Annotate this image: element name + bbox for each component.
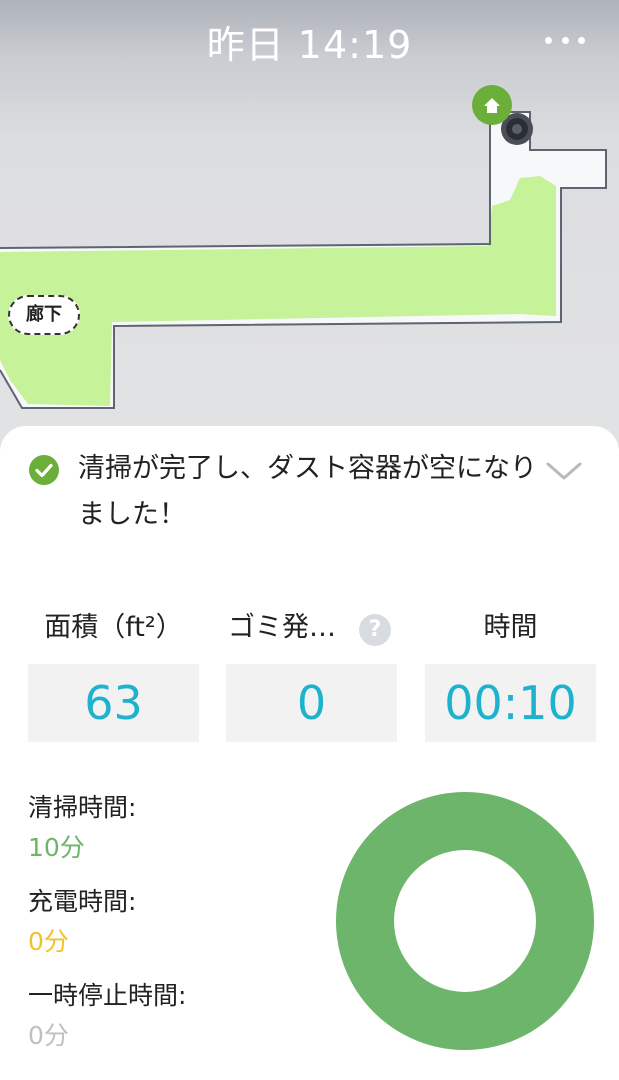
home-dock-icon (472, 85, 514, 127)
time-breakdown-list: 清掃時間: 10分 充電時間: 0分 一時停止時間: 0分 (28, 788, 318, 1070)
chevron-down-icon[interactable] (544, 456, 584, 484)
donut-slice-0 (336, 792, 594, 1050)
stat-debris: ゴミ発… ? 0 (226, 606, 397, 742)
time-value: 0分 (28, 1021, 69, 1050)
stat-area: 面積（ft²） 63 (28, 606, 199, 742)
time-donut-chart (336, 792, 594, 1050)
room-label[interactable]: 廊下 (8, 295, 80, 335)
stat-duration: 時間 00:10 (425, 606, 596, 742)
stat-area-value: 63 (28, 664, 199, 742)
stat-duration-value: 00:10 (425, 664, 596, 742)
cleaning-report-screen: 昨日 14:19 廊下 清掃が完了し、ダスト容器が空になりました！ 面積（ft²… (0, 0, 619, 1080)
stat-debris-value: 0 (226, 664, 397, 742)
status-message: 清掃が完了し、ダスト容器が空になりました！ (78, 453, 537, 530)
check-circle-icon (29, 455, 59, 485)
cleaned-area (0, 176, 556, 406)
more-dot-icon (578, 36, 585, 44)
page-title: 昨日 14:19 (206, 23, 413, 67)
time-value: 0分 (28, 927, 69, 956)
cleaning-map[interactable]: 昨日 14:19 廊下 (0, 0, 619, 470)
time-label: 清掃時間: (28, 793, 137, 822)
time-label: 一時停止時間: (28, 981, 187, 1010)
more-options-button[interactable] (545, 28, 585, 52)
time-label: 充電時間: (28, 887, 137, 916)
more-dot-icon (545, 36, 552, 44)
stat-duration-label: 時間 (483, 612, 538, 643)
time-value: 10分 (28, 833, 85, 862)
more-dot-icon (561, 36, 569, 44)
time-item-charging: 充電時間: 0分 (28, 882, 318, 976)
time-item-paused: 一時停止時間: 0分 (28, 976, 318, 1070)
report-sheet: 清掃が完了し、ダスト容器が空になりました！ 面積（ft²） 63 ゴミ発… ? … (0, 426, 619, 1080)
time-item-cleaning: 清掃時間: 10分 (28, 788, 318, 882)
stat-area-label: 面積（ft²） (44, 612, 183, 643)
floor-plan (0, 111, 607, 409)
help-icon[interactable]: ? (359, 614, 391, 646)
